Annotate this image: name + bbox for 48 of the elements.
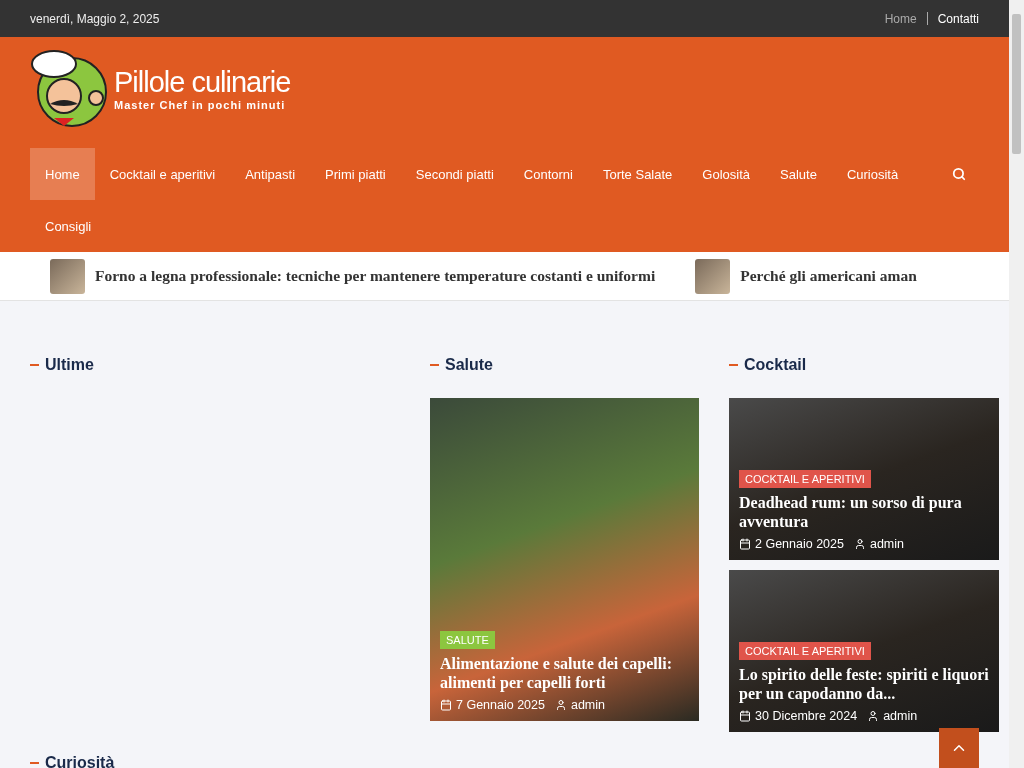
- post-title[interactable]: Lo spirito delle feste: spiriti e liquori per un capodanno da...: [739, 665, 989, 703]
- post-card[interactable]: COCKTAIL E APERITIVI Lo spirito delle feste: spiriti e liquori per un capodanno da... 30 Dicembre 2024 admin: [729, 570, 999, 732]
- nav-item[interactable]: Consigli: [30, 200, 107, 252]
- calendar-icon: [440, 699, 452, 711]
- category-badge[interactable]: SALUTE: [440, 631, 495, 649]
- user-icon: [867, 710, 880, 722]
- ticker-headline[interactable]: Perché gli americani aman: [740, 267, 917, 285]
- nav-item[interactable]: Antipasti: [230, 148, 311, 200]
- nav-item[interactable]: Contorni: [508, 148, 588, 200]
- nav-item[interactable]: Golosità: [687, 148, 766, 200]
- section-heading: Ultime: [45, 356, 94, 374]
- category-badge[interactable]: COCKTAIL E APERITIVI: [739, 470, 871, 488]
- post-card[interactable]: COCKTAIL E APERITIVI Deadhead rum: un sorso di pura avventura 2 Gennaio 2025 admin: [729, 398, 999, 560]
- ticker-headline[interactable]: Forno a legna professionale: tecniche per mantenere temperature costanti e uniformi: [95, 267, 656, 285]
- post-card[interactable]: SALUTE Alimentazione e salute dei capelli: alimenti per capelli forti 7 Gennaio 2025 admin: [430, 398, 699, 721]
- post-author[interactable]: admin: [883, 709, 918, 723]
- nav-item[interactable]: Secondi piatti: [400, 148, 509, 200]
- post-date: 30 Dicembre 2024: [755, 709, 858, 723]
- post-title[interactable]: Deadhead rum: un sorso di pura avventura: [739, 493, 989, 531]
- site-title[interactable]: Pillole culinarie: [114, 66, 291, 99]
- nav-item[interactable]: Cocktail e aperitivi: [94, 148, 231, 200]
- calendar-icon: [739, 710, 751, 722]
- calendar-icon: [739, 538, 751, 550]
- category-badge[interactable]: COCKTAIL E APERITIVI: [739, 642, 871, 660]
- nav-item[interactable]: Salute: [765, 148, 832, 200]
- post-author[interactable]: admin: [570, 698, 605, 712]
- post-title[interactable]: Alimentazione e salute dei capelli: alimenti per capelli forti: [440, 654, 689, 692]
- top-link[interactable]: Home: [884, 11, 917, 26]
- post-date: 7 Gennaio 2025: [456, 698, 545, 712]
- user-icon: [853, 538, 866, 550]
- site-tagline: Master Chef in pochi minuti: [114, 99, 287, 111]
- photo-placeholder: [695, 258, 731, 294]
- section-heading: Salute: [445, 356, 493, 374]
- section-heading: Cocktail: [744, 356, 807, 374]
- nav-item[interactable]: Torte Salate: [587, 148, 688, 200]
- nav-item[interactable]: Home: [30, 148, 95, 200]
- scrollbar[interactable]: [1009, 0, 1024, 768]
- search-icon: [952, 167, 966, 181]
- photo-placeholder: [50, 258, 85, 294]
- date-text: venerdì, Maggio 2, 2025: [30, 11, 160, 26]
- post-author[interactable]: admin: [869, 537, 904, 551]
- nav-item[interactable]: Curiosità: [831, 148, 914, 200]
- user-icon: [554, 699, 567, 711]
- post-date: 2 Gennaio 2025: [755, 537, 844, 551]
- scroll-top-button[interactable]: [939, 728, 979, 768]
- nav-item[interactable]: Primi piatti: [310, 148, 401, 200]
- top-link[interactable]: Contatti: [937, 11, 979, 26]
- section-heading: Curiosità: [45, 754, 115, 768]
